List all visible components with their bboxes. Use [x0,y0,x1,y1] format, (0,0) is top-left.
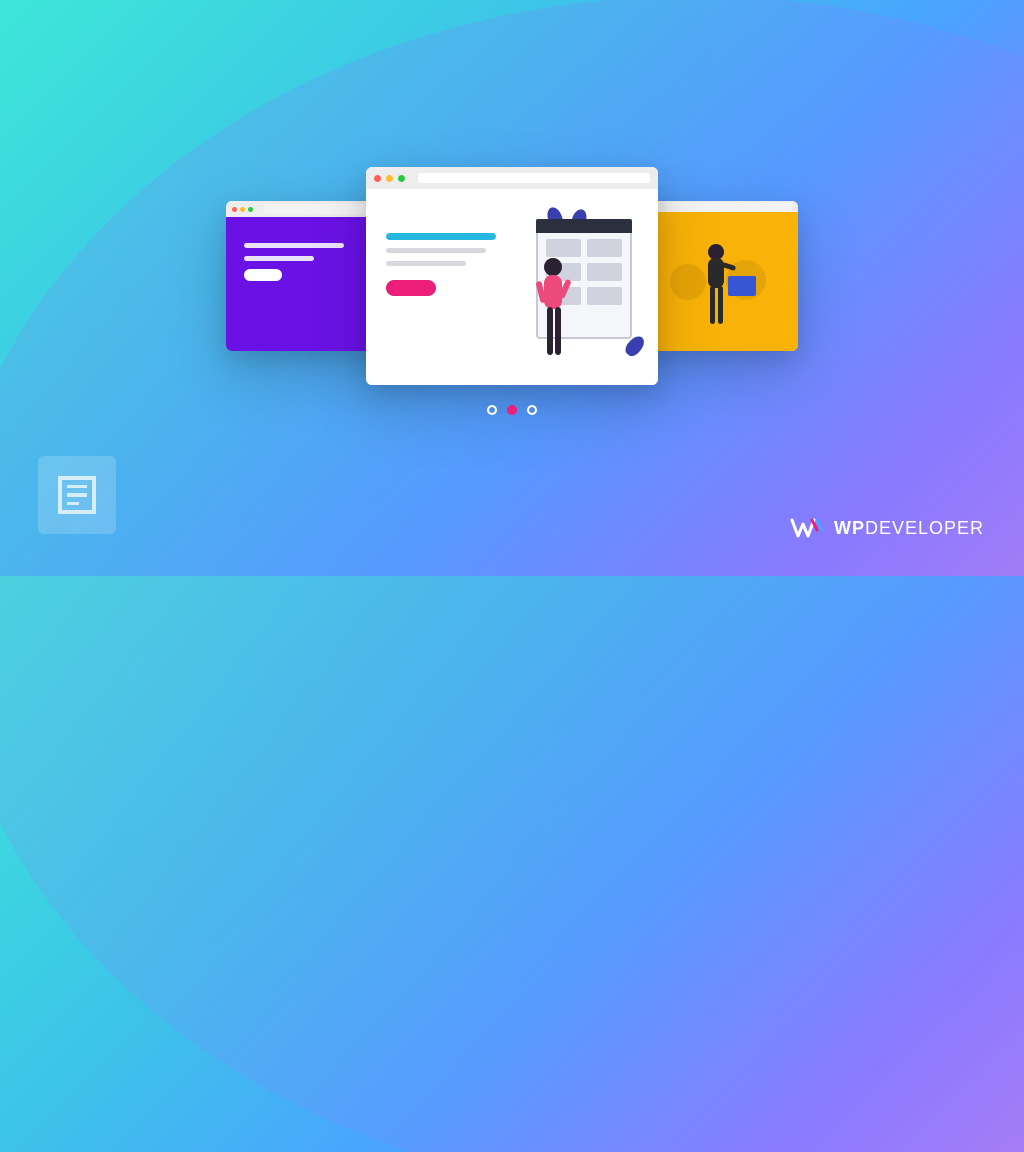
pager-dot-2[interactable] [527,405,537,415]
slide-center-body [366,189,658,385]
browser-toolbar [366,167,658,189]
window-dot-min-icon [386,175,393,182]
brand-name-bold: WP [834,518,865,538]
slide-center[interactable] [366,167,658,385]
brand: WPDEVELOPER [790,516,984,540]
placeholder-line [244,256,314,261]
placeholder-button [244,269,282,281]
placeholder-line [386,261,466,266]
brand-name-regular: DEVELOPER [865,518,984,538]
wpdeveloper-logo-icon [790,516,824,540]
address-bar [666,202,792,212]
pager-dot-0[interactable] [487,405,497,415]
window-dot-max-icon [248,207,253,212]
brand-name: WPDEVELOPER [834,518,984,539]
slide-center-text [386,215,506,365]
slide-center-illustration [520,215,638,365]
window-dot-min-icon [240,207,245,212]
placeholder-heading [386,233,496,240]
slider-carousel [226,167,798,385]
address-bar [418,173,650,183]
placeholder-cta-button [386,280,436,296]
elementor-icon [38,456,116,534]
carousel-pager [487,405,537,415]
pager-dot-1[interactable] [507,405,517,415]
placeholder-line [386,248,486,253]
person-illustration-icon [532,255,574,365]
window-dot-close-icon [232,207,237,212]
placeholder-line [244,243,344,248]
window-dot-max-icon [398,175,405,182]
window-dot-close-icon [374,175,381,182]
